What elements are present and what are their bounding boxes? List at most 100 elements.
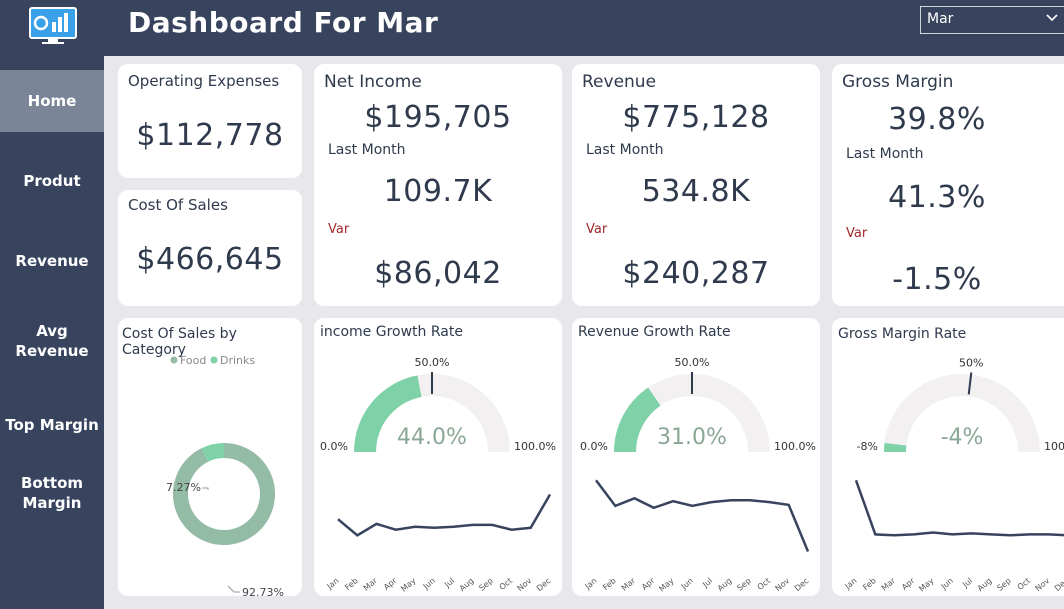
x-tick-feb: Feb (601, 576, 618, 592)
nav-bottom-margin-label: Bottom Margin (20, 474, 83, 512)
trend-line (595, 479, 810, 552)
gross-margin-rate-chart: 50% -8% 100% -4% JanFebMarAprMayJun JulAugSep… (843, 357, 1064, 594)
net-income-value: $195,705 (364, 100, 512, 135)
gauge-fill (614, 387, 661, 453)
gauge-target-label: 50.0% (675, 356, 710, 369)
gross-margin-card: Gross Margin 39.8% Last Month 41.3% Var … (832, 64, 1064, 306)
revenue-var-value: $240,287 (622, 256, 770, 291)
x-tick-nov: Nov (1034, 576, 1052, 593)
cost-by-category-card: Cost Of Sales by Category Food Drinks 7.27… (118, 318, 302, 596)
cost-of-sales-card: Cost Of Sales $466,645 (118, 190, 302, 306)
cost-of-sales-value: $466,645 (136, 242, 284, 277)
x-tick-oct: Oct (498, 576, 514, 592)
donut-label-food: 92.73% (242, 586, 284, 596)
income-growth-card: income Growth Rate 50.0% 0.0% 100.0% 44.0% J… (314, 318, 562, 596)
nav-top-margin[interactable]: Top Margin (0, 394, 104, 456)
gauge-target-label: 50% (959, 357, 983, 370)
gauge-max-label: 100% (1044, 440, 1064, 453)
nav-bottom-margin[interactable]: Bottom Margin (0, 462, 104, 524)
operating-expenses-value: $112,778 (136, 118, 284, 153)
x-tick-apr: Apr (382, 576, 399, 592)
revenue-label: Revenue (582, 72, 657, 92)
donut-chart: Food Drinks 7.27% 92.73% (166, 354, 284, 596)
gauge-max-label: 100.0% (774, 440, 816, 453)
revenue-last-month-value: 534.8K (641, 174, 751, 209)
revenue-growth-card: Revenue Growth Rate 50.0% 0.0% 100.0% 31.0%… (572, 318, 820, 596)
chevron-down-icon (1046, 14, 1058, 22)
gross-margin-var-value: -1.5% (892, 262, 982, 297)
header: Dashboard For Mar Mar (104, 0, 1064, 56)
gross-margin-rate-card: Gross Margin Rate 50%-8%100%-4%JanFebMar… (832, 318, 1064, 596)
dashboard-logo-icon (29, 7, 77, 44)
x-tick-jan: Jan (583, 576, 599, 591)
trend-line (337, 493, 552, 537)
month-dropdown-value: Mar (927, 11, 954, 27)
x-tick-sep: Sep (735, 576, 752, 593)
x-tick-apr: Apr (640, 576, 657, 592)
revenue-card: Revenue $775,128 Last Month 534.8K Var $… (572, 64, 820, 306)
x-tick-dec: Dec (1053, 576, 1064, 593)
nav-product[interactable]: Produt (0, 150, 104, 212)
nav-product-label: Produt (23, 172, 81, 190)
legend-marker-food (170, 356, 178, 364)
x-tick-aug: Aug (716, 576, 734, 593)
gauge-max-label: 100.0% (514, 440, 556, 453)
revenue-value: $775,128 (622, 100, 770, 135)
sidebar: Home Produt Revenue Avg Revenue Top Marg… (0, 0, 104, 609)
donut-slice-food (173, 443, 275, 545)
gauge-value-label: 31.0% (657, 425, 727, 450)
nav-top-margin-label: Top Margin (5, 416, 99, 434)
nav-home[interactable]: Home (0, 70, 104, 132)
gauge-min-label: -8% (857, 440, 878, 453)
operating-expenses-card: Operating Expenses $112,778 (118, 64, 302, 178)
nav-revenue[interactable]: Revenue (0, 230, 104, 292)
donut-leader-food (227, 585, 240, 593)
x-tick-aug: Aug (458, 576, 476, 593)
x-tick-jul: Jul (442, 576, 456, 590)
net-income-last-month-value: 109.7K (383, 174, 493, 209)
gauge-min-label: 0.0% (580, 440, 608, 453)
x-tick-jun: Jun (679, 576, 695, 592)
gauge-value-label: -4% (941, 425, 984, 450)
x-tick-aug: Aug (976, 576, 994, 593)
cost-of-sales-label: Cost Of Sales (128, 196, 228, 214)
x-tick-jun: Jun (421, 576, 437, 592)
x-tick-mar: Mar (620, 576, 638, 593)
nav-revenue-label: Revenue (15, 252, 89, 270)
gross-margin-last-month-label: Last Month (846, 146, 924, 162)
legend-label-drinks: Drinks (220, 354, 255, 367)
gross-margin-value: 39.8% (888, 102, 986, 137)
trend-line (854, 479, 1064, 537)
x-tick-may: May (657, 576, 676, 594)
page-title: Dashboard For Mar (128, 6, 439, 39)
x-tick-jun: Jun (939, 576, 955, 592)
donut-leader-drinks (202, 487, 209, 490)
x-tick-feb: Feb (343, 576, 360, 592)
x-tick-sep: Sep (477, 576, 494, 593)
x-tick-nov: Nov (774, 576, 792, 593)
x-tick-mar: Mar (362, 576, 380, 593)
x-tick-sep: Sep (995, 576, 1012, 593)
revenue-last-month-label: Last Month (586, 142, 664, 158)
x-tick-may: May (917, 576, 936, 594)
x-tick-may: May (399, 576, 418, 594)
month-dropdown[interactable]: Mar (920, 6, 1064, 34)
x-tick-dec: Dec (535, 576, 553, 593)
revenue-growth-chart: 50.0% 0.0% 100.0% 31.0% Jan Feb Mar Apr May Jun Ju… (580, 356, 816, 594)
gauge-value-label: 44.0% (397, 425, 467, 450)
main-content: Operating Expenses $112,778 Cost Of Sale… (104, 56, 1064, 609)
income-growth-chart: 50.0% 0.0% 100.0% 44.0% Jan Feb Mar Apr May Jun Ju… (320, 356, 556, 594)
x-tick-jan: Jan (843, 576, 859, 591)
nav-avg-revenue[interactable]: Avg Revenue (0, 310, 104, 372)
net-income-card: Net Income $195,705 Last Month 109.7K Va… (314, 64, 562, 306)
x-tick-feb: Feb (861, 576, 878, 592)
legend-marker-drinks (210, 356, 218, 364)
net-income-last-month-label: Last Month (328, 142, 406, 158)
gross-margin-last-month-value: 41.3% (888, 180, 986, 215)
operating-expenses-label: Operating Expenses (128, 72, 280, 90)
net-income-var-value: $86,042 (374, 256, 502, 291)
gauge-target-label: 50.0% (415, 356, 450, 369)
x-tick-jul: Jul (700, 576, 714, 590)
legend-label-food: Food (180, 354, 206, 367)
donut-label-drinks: 7.27% (166, 481, 201, 494)
